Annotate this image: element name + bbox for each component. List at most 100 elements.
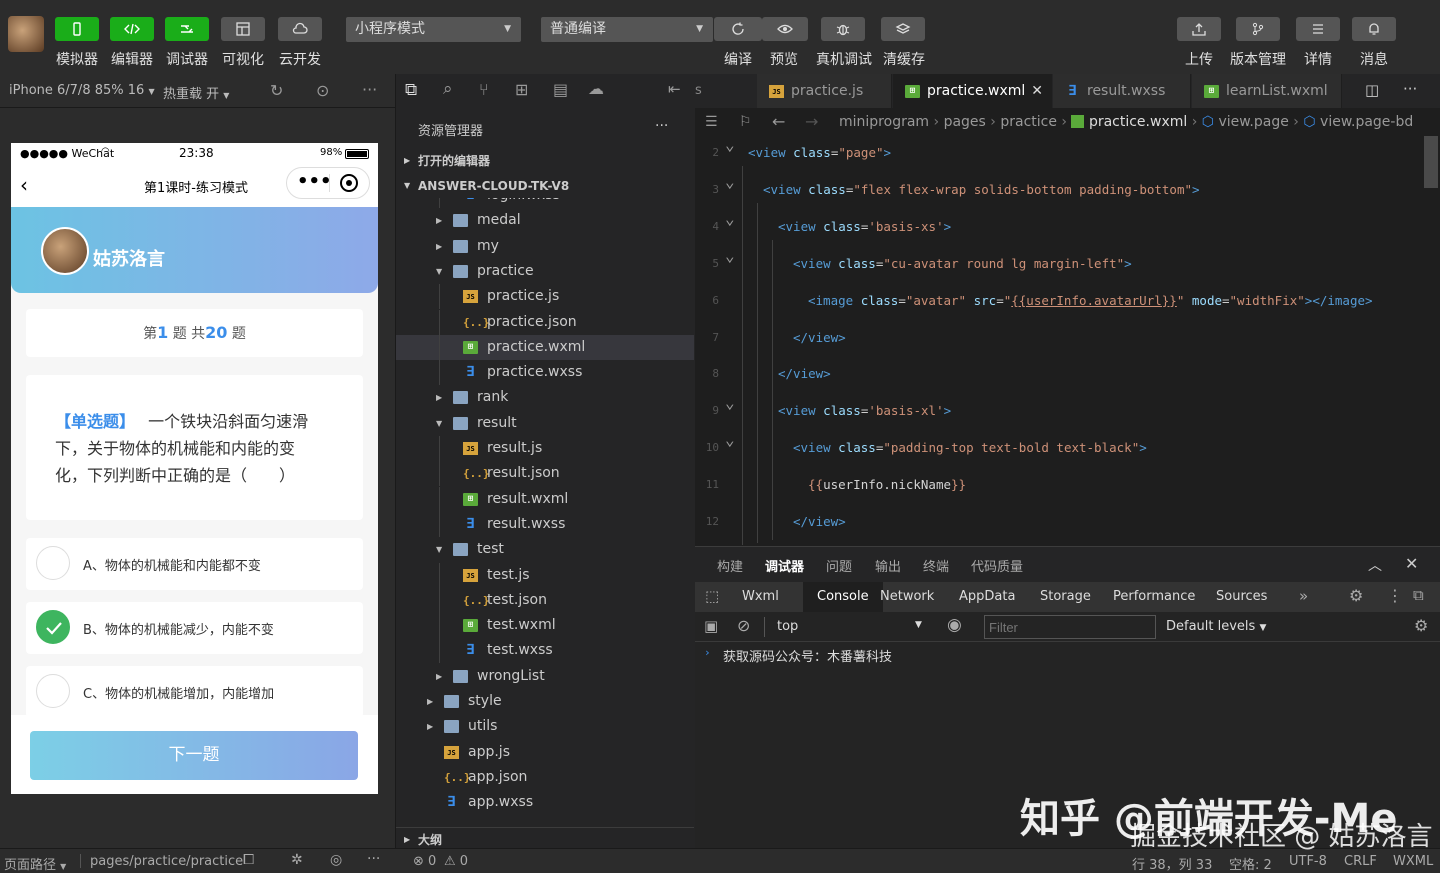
tree-folder[interactable]: ▶ rank xyxy=(396,385,694,410)
editor-tab[interactable]: JS practice.js xyxy=(757,74,892,108)
close-tab-icon[interactable]: ✕ xyxy=(1031,74,1043,108)
open-editors-section[interactable]: ▶ 打开的编辑器 xyxy=(396,149,694,173)
tree-folder[interactable]: ▼ result xyxy=(396,411,694,436)
mode-select[interactable]: 小程序模式 ▼ xyxy=(346,17,521,42)
panel-tab[interactable]: 调试器 xyxy=(765,556,804,575)
split-editor-icon[interactable]: ◫ xyxy=(1365,81,1379,99)
clear-console-icon[interactable]: ⊘ xyxy=(737,616,750,635)
fold-chevron-icon[interactable]: ⌄ xyxy=(725,165,735,199)
panel-tab[interactable]: 问题 xyxy=(826,556,852,575)
details-button[interactable] xyxy=(1296,17,1340,41)
settings-gear-icon[interactable]: ⚙ xyxy=(1349,586,1363,605)
devtools-tab-wxml[interactable]: Wxml xyxy=(742,582,779,612)
tree-folder[interactable]: ▶ medal xyxy=(396,208,694,233)
sidebar-toggle-icon[interactable]: ▣ xyxy=(704,617,718,635)
panel-tab[interactable]: 代码质量 xyxy=(971,556,1023,575)
debugger-toggle-button[interactable] xyxy=(165,17,209,41)
visual-toggle-button[interactable] xyxy=(221,17,265,41)
preview-button[interactable] xyxy=(762,17,808,41)
bug-icon[interactable]: ✲ xyxy=(291,852,303,868)
fold-chevron-icon[interactable]: ⌄ xyxy=(725,202,735,236)
clear-cache-button[interactable] xyxy=(881,17,925,41)
log-levels-select[interactable]: Default levels ▼ xyxy=(1166,619,1266,634)
extensions-icon[interactable]: ⊞ xyxy=(515,80,528,99)
breadcrumb-item[interactable]: practice.wxml xyxy=(1089,114,1187,130)
tree-file[interactable]: ⊞ test.wxml xyxy=(396,613,694,639)
context-select[interactable]: top ▼ xyxy=(769,612,929,642)
editor-tab[interactable]: ⊞ learnList.wxml xyxy=(1192,74,1342,108)
more-icon[interactable]: ··· xyxy=(362,80,377,99)
tree-file[interactable]: JS practice.js xyxy=(396,284,694,310)
version-control-button[interactable] xyxy=(1236,17,1280,41)
collapse-sidebar-icon[interactable]: ⇤ xyxy=(668,80,681,98)
back-icon[interactable]: ← xyxy=(772,108,785,136)
devtools-tab-storage[interactable]: Storage xyxy=(1040,582,1091,612)
tree-file[interactable]: ∃ login.wxss xyxy=(396,198,694,208)
breadcrumb-item[interactable]: view.page xyxy=(1218,114,1288,130)
tree-file[interactable]: ∃ result.wxss xyxy=(396,511,694,537)
tree-folder[interactable]: ▶ my xyxy=(396,234,694,259)
tree-file[interactable]: {..} practice.json xyxy=(396,309,694,335)
error-icon[interactable]: ⊗ 0 xyxy=(413,854,436,869)
eye-icon[interactable]: ◎ xyxy=(330,852,342,868)
layout-panel-icon[interactable]: ▤ xyxy=(553,80,568,99)
inspect-element-icon[interactable]: ⬚ xyxy=(705,587,719,605)
maximize-panel-icon[interactable]: ︿ xyxy=(1368,555,1382,575)
fold-chevron-icon[interactable]: ⌄ xyxy=(725,423,735,457)
docker-icon[interactable]: ☁ xyxy=(588,79,604,98)
close-panel-icon[interactable]: ✕ xyxy=(1405,554,1418,573)
capsule-menu[interactable]: ••• xyxy=(286,167,370,199)
fold-chevron-icon[interactable]: ⌄ xyxy=(725,136,735,162)
tree-file[interactable]: ∃ app.wxss xyxy=(396,790,694,815)
upload-button[interactable] xyxy=(1177,17,1221,41)
page-path-select[interactable]: 页面路径 ▼ xyxy=(4,854,66,873)
indent-setting[interactable]: 空格: 2 xyxy=(1229,854,1272,873)
more-icon[interactable]: ··· xyxy=(367,851,380,867)
next-question-button[interactable]: 下一题 xyxy=(30,731,358,780)
panel-tab[interactable]: 终端 xyxy=(923,556,949,575)
editor-tab[interactable]: ⊞ practice.wxml ✕ xyxy=(893,74,1052,108)
breadcrumb-item[interactable]: miniprogram xyxy=(839,114,929,130)
search-icon[interactable]: ⌕ xyxy=(443,79,453,99)
warning-icon[interactable]: ⚠ 0 xyxy=(444,854,468,869)
tree-file[interactable]: JS test.js xyxy=(396,562,694,588)
devtools-tab-appdata[interactable]: AppData xyxy=(959,582,1015,612)
tree-folder[interactable]: ▼ practice xyxy=(396,259,694,284)
more-tabs-icon[interactable]: » xyxy=(1299,587,1308,605)
encoding-setting[interactable]: UTF-8 xyxy=(1289,854,1327,869)
devtools-tab-network[interactable]: Network xyxy=(880,582,934,612)
console-filter-input[interactable] xyxy=(984,615,1156,639)
tree-file[interactable]: JS app.js xyxy=(396,740,694,765)
tree-folder[interactable]: ▶ utils xyxy=(396,714,694,739)
devtools-tab-performance[interactable]: Performance xyxy=(1113,582,1195,612)
editor-more-icon[interactable]: ··· xyxy=(1403,80,1417,98)
source-control-icon[interactable]: ⑂ xyxy=(479,80,489,99)
option-b[interactable]: B、物体的机械能减少，内能不变 xyxy=(26,602,363,654)
eol-setting[interactable]: CRLF xyxy=(1344,854,1377,869)
tree-file[interactable]: ∃ practice.wxss xyxy=(396,360,694,386)
explorer-more-icon[interactable]: ··· xyxy=(655,118,668,134)
devtools-tab-console[interactable]: Console xyxy=(803,582,883,612)
tree-file[interactable]: ⊞ practice.wxml xyxy=(396,334,694,360)
tree-file[interactable]: ∃ test.wxss xyxy=(396,638,694,664)
code-editor[interactable]: 2 ⌄ <view class="page"> 3 ⌄ <view class="flex… xyxy=(695,136,1440,545)
editor-toggle-button[interactable] xyxy=(110,17,154,41)
compile-select[interactable]: 普通编译 ▼ xyxy=(541,17,713,42)
tree-file[interactable]: ⊞ result.wxml xyxy=(396,486,694,512)
tree-file[interactable]: JS result.js xyxy=(396,436,694,461)
tree-file[interactable]: {..} result.json xyxy=(396,461,694,487)
tree-file[interactable]: {..} test.json xyxy=(396,587,694,613)
cursor-position[interactable]: 行 38，列 33 xyxy=(1132,854,1212,873)
option-a[interactable]: A、物体的机械能和内能都不变 xyxy=(26,538,363,590)
breadcrumb-item[interactable]: pages xyxy=(944,114,986,130)
outline-section[interactable]: ▶ 大纲 xyxy=(396,827,694,848)
files-icon[interactable]: ⧉ xyxy=(405,80,417,100)
remote-debug-button[interactable] xyxy=(821,17,865,41)
language-mode[interactable]: WXML xyxy=(1393,854,1433,869)
stop-icon[interactable]: ⊙ xyxy=(316,81,329,100)
undock-icon[interactable]: ⧉ xyxy=(1413,586,1424,604)
cloud-dev-button[interactable] xyxy=(278,17,322,41)
tree-folder[interactable]: ▼ test xyxy=(396,537,694,562)
hot-reload-select[interactable]: 热重载 开 ▼ xyxy=(163,83,229,102)
copy-path-icon[interactable]: ⧠ xyxy=(243,852,254,868)
